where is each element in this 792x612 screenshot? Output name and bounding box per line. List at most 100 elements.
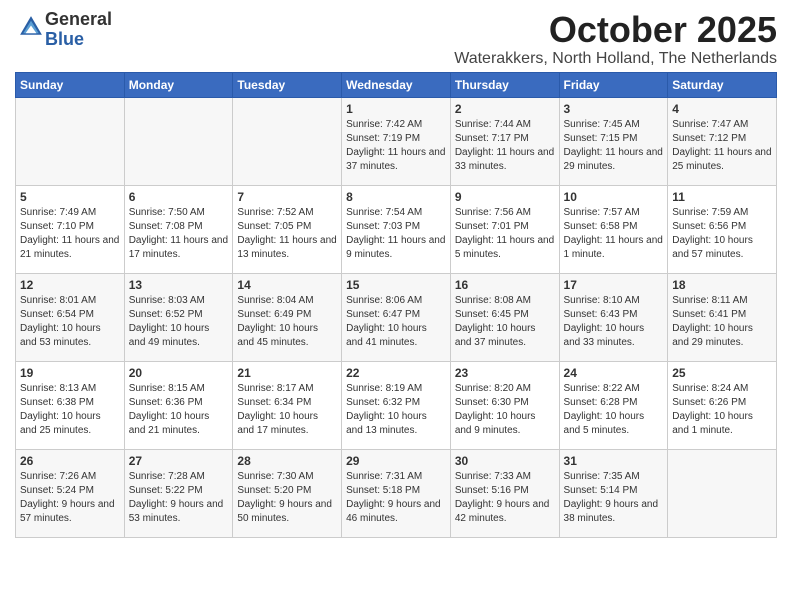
day-info: Sunrise: 7:28 AM Sunset: 5:22 PM Dayligh… [129, 470, 229, 526]
day-info: Sunrise: 7:44 AM Sunset: 7:17 PM Dayligh… [455, 118, 555, 174]
day-info: Sunrise: 8:15 AM Sunset: 6:36 PM Dayligh… [129, 382, 229, 438]
day-number: 9 [455, 190, 555, 204]
calendar-cell: 2Sunrise: 7:44 AM Sunset: 7:17 PM Daylig… [450, 97, 559, 185]
day-number: 23 [455, 366, 555, 380]
calendar-cell: 28 Sunrise: 7:30 AM Sunset: 5:20 PM Dayli… [233, 449, 342, 537]
day-info: Sunrise: 8:22 AM Sunset: 6:28 PM Dayligh… [564, 382, 664, 438]
calendar-cell: 22Sunrise: 8:19 AM Sunset: 6:32 PM Dayli… [342, 361, 451, 449]
col-header-tuesday: Tuesday [233, 72, 342, 97]
calendar-cell: 4 Sunrise: 7:47 AM Sunset: 7:12 PM Daylig… [668, 97, 777, 185]
calendar-cell: 13 Sunrise: 8:03 AM Sunset: 6:52 PM Dayli… [124, 273, 233, 361]
calendar-cell: 5Sunrise: 7:49 AM Sunset: 7:10 PM Daylig… [16, 185, 125, 273]
day-number: 27 [129, 454, 229, 468]
day-number: 28 [237, 454, 337, 468]
calendar-cell: 6 Sunrise: 7:50 AM Sunset: 7:08 PM Daylig… [124, 185, 233, 273]
calendar-cell: 8 Sunrise: 7:54 AM Sunset: 7:03 PM Daylig… [342, 185, 451, 273]
day-number: 19 [20, 366, 120, 380]
day-number: 12 [20, 278, 120, 292]
page-header: General Blue October 2025 Waterakkers, N… [15, 10, 777, 68]
day-info: Sunrise: 8:20 AM Sunset: 6:30 PM Dayligh… [455, 382, 555, 438]
day-info: Sunrise: 7:42 AM Sunset: 7:19 PM Dayligh… [346, 118, 446, 174]
calendar-cell: 27 Sunrise: 7:28 AM Sunset: 5:22 PM Dayli… [124, 449, 233, 537]
day-info: Sunrise: 7:47 AM Sunset: 7:12 PM Dayligh… [672, 118, 772, 174]
day-info: Sunrise: 7:56 AM Sunset: 7:01 PM Dayligh… [455, 206, 555, 262]
day-info: Sunrise: 8:17 AM Sunset: 6:34 PM Dayligh… [237, 382, 337, 438]
calendar-cell: 14Sunrise: 8:04 AM Sunset: 6:49 PM Dayli… [233, 273, 342, 361]
calendar-cell [16, 97, 125, 185]
day-info: Sunrise: 7:33 AM Sunset: 5:16 PM Dayligh… [455, 470, 555, 526]
day-info: Sunrise: 8:11 AM Sunset: 6:41 PM Dayligh… [672, 294, 772, 350]
calendar-cell [233, 97, 342, 185]
day-info: Sunrise: 8:10 AM Sunset: 6:43 PM Dayligh… [564, 294, 664, 350]
day-number: 1 [346, 102, 446, 116]
title-block: October 2025 Waterakkers, North Holland,… [454, 10, 777, 68]
calendar-cell: 15 Sunrise: 8:06 AM Sunset: 6:47 PM Dayli… [342, 273, 451, 361]
day-info: Sunrise: 7:52 AM Sunset: 7:05 PM Dayligh… [237, 206, 337, 262]
day-number: 5 [20, 190, 120, 204]
calendar-cell: 1 Sunrise: 7:42 AM Sunset: 7:19 PM Daylig… [342, 97, 451, 185]
logo-icon [17, 13, 45, 41]
calendar-cell: 24 Sunrise: 8:22 AM Sunset: 6:28 PM Dayli… [559, 361, 668, 449]
calendar-cell: 25 Sunrise: 8:24 AM Sunset: 6:26 PM Dayli… [668, 361, 777, 449]
calendar-cell: 21 Sunrise: 8:17 AM Sunset: 6:34 PM Dayli… [233, 361, 342, 449]
calendar-cell: 30 Sunrise: 7:33 AM Sunset: 5:16 PM Dayli… [450, 449, 559, 537]
location-title: Waterakkers, North Holland, The Netherla… [454, 50, 777, 68]
day-info: Sunrise: 8:04 AM Sunset: 6:49 PM Dayligh… [237, 294, 337, 350]
calendar-cell: 18 Sunrise: 8:11 AM Sunset: 6:41 PM Dayli… [668, 273, 777, 361]
month-title: October 2025 [454, 10, 777, 50]
day-info: Sunrise: 8:24 AM Sunset: 6:26 PM Dayligh… [672, 382, 772, 438]
day-info: Sunrise: 7:31 AM Sunset: 5:18 PM Dayligh… [346, 470, 446, 526]
day-info: Sunrise: 7:50 AM Sunset: 7:08 PM Dayligh… [129, 206, 229, 262]
calendar-cell: 29 Sunrise: 7:31 AM Sunset: 5:18 PM Dayli… [342, 449, 451, 537]
calendar-cell [124, 97, 233, 185]
logo-general-text: General [45, 9, 112, 29]
day-number: 13 [129, 278, 229, 292]
day-info: Sunrise: 8:19 AM Sunset: 6:32 PM Dayligh… [346, 382, 446, 438]
day-number: 30 [455, 454, 555, 468]
col-header-saturday: Saturday [668, 72, 777, 97]
day-info: Sunrise: 8:01 AM Sunset: 6:54 PM Dayligh… [20, 294, 120, 350]
calendar-cell: 31 Sunrise: 7:35 AM Sunset: 5:14 PM Dayli… [559, 449, 668, 537]
calendar-cell: 10Sunrise: 7:57 AM Sunset: 6:58 PM Dayli… [559, 185, 668, 273]
logo-blue-text: Blue [45, 29, 84, 49]
day-number: 20 [129, 366, 229, 380]
day-number: 11 [672, 190, 772, 204]
day-number: 3 [564, 102, 664, 116]
day-info: Sunrise: 7:30 AM Sunset: 5:20 PM Dayligh… [237, 470, 337, 526]
day-number: 6 [129, 190, 229, 204]
calendar-cell: 19 Sunrise: 8:13 AM Sunset: 6:38 PM Dayli… [16, 361, 125, 449]
calendar-cell: 26Sunrise: 7:26 AM Sunset: 5:24 PM Dayli… [16, 449, 125, 537]
calendar-cell: 11Sunrise: 7:59 AM Sunset: 6:56 PM Dayli… [668, 185, 777, 273]
day-number: 18 [672, 278, 772, 292]
day-number: 4 [672, 102, 772, 116]
day-info: Sunrise: 7:45 AM Sunset: 7:15 PM Dayligh… [564, 118, 664, 174]
day-number: 29 [346, 454, 446, 468]
day-info: Sunrise: 8:06 AM Sunset: 6:47 PM Dayligh… [346, 294, 446, 350]
day-info: Sunrise: 7:26 AM Sunset: 5:24 PM Dayligh… [20, 470, 120, 526]
calendar-cell: 16 Sunrise: 8:08 AM Sunset: 6:45 PM Dayli… [450, 273, 559, 361]
day-number: 31 [564, 454, 664, 468]
calendar-cell: 17 Sunrise: 8:10 AM Sunset: 6:43 PM Dayli… [559, 273, 668, 361]
calendar-cell: 9 Sunrise: 7:56 AM Sunset: 7:01 PM Daylig… [450, 185, 559, 273]
day-info: Sunrise: 7:35 AM Sunset: 5:14 PM Dayligh… [564, 470, 664, 526]
day-number: 25 [672, 366, 772, 380]
calendar-cell: 7 Sunrise: 7:52 AM Sunset: 7:05 PM Daylig… [233, 185, 342, 273]
day-number: 8 [346, 190, 446, 204]
day-number: 21 [237, 366, 337, 380]
day-number: 24 [564, 366, 664, 380]
day-number: 7 [237, 190, 337, 204]
calendar-cell: 23 Sunrise: 8:20 AM Sunset: 6:30 PM Dayli… [450, 361, 559, 449]
day-number: 17 [564, 278, 664, 292]
col-header-thursday: Thursday [450, 72, 559, 97]
day-number: 16 [455, 278, 555, 292]
calendar-cell: 20 Sunrise: 8:15 AM Sunset: 6:36 PM Dayli… [124, 361, 233, 449]
day-number: 15 [346, 278, 446, 292]
col-header-sunday: Sunday [16, 72, 125, 97]
col-header-friday: Friday [559, 72, 668, 97]
col-header-wednesday: Wednesday [342, 72, 451, 97]
calendar-table: SundayMondayTuesdayWednesdayThursdayFrid… [15, 72, 777, 538]
day-info: Sunrise: 8:03 AM Sunset: 6:52 PM Dayligh… [129, 294, 229, 350]
day-info: Sunrise: 8:08 AM Sunset: 6:45 PM Dayligh… [455, 294, 555, 350]
day-info: Sunrise: 7:54 AM Sunset: 7:03 PM Dayligh… [346, 206, 446, 262]
day-info: Sunrise: 8:13 AM Sunset: 6:38 PM Dayligh… [20, 382, 120, 438]
